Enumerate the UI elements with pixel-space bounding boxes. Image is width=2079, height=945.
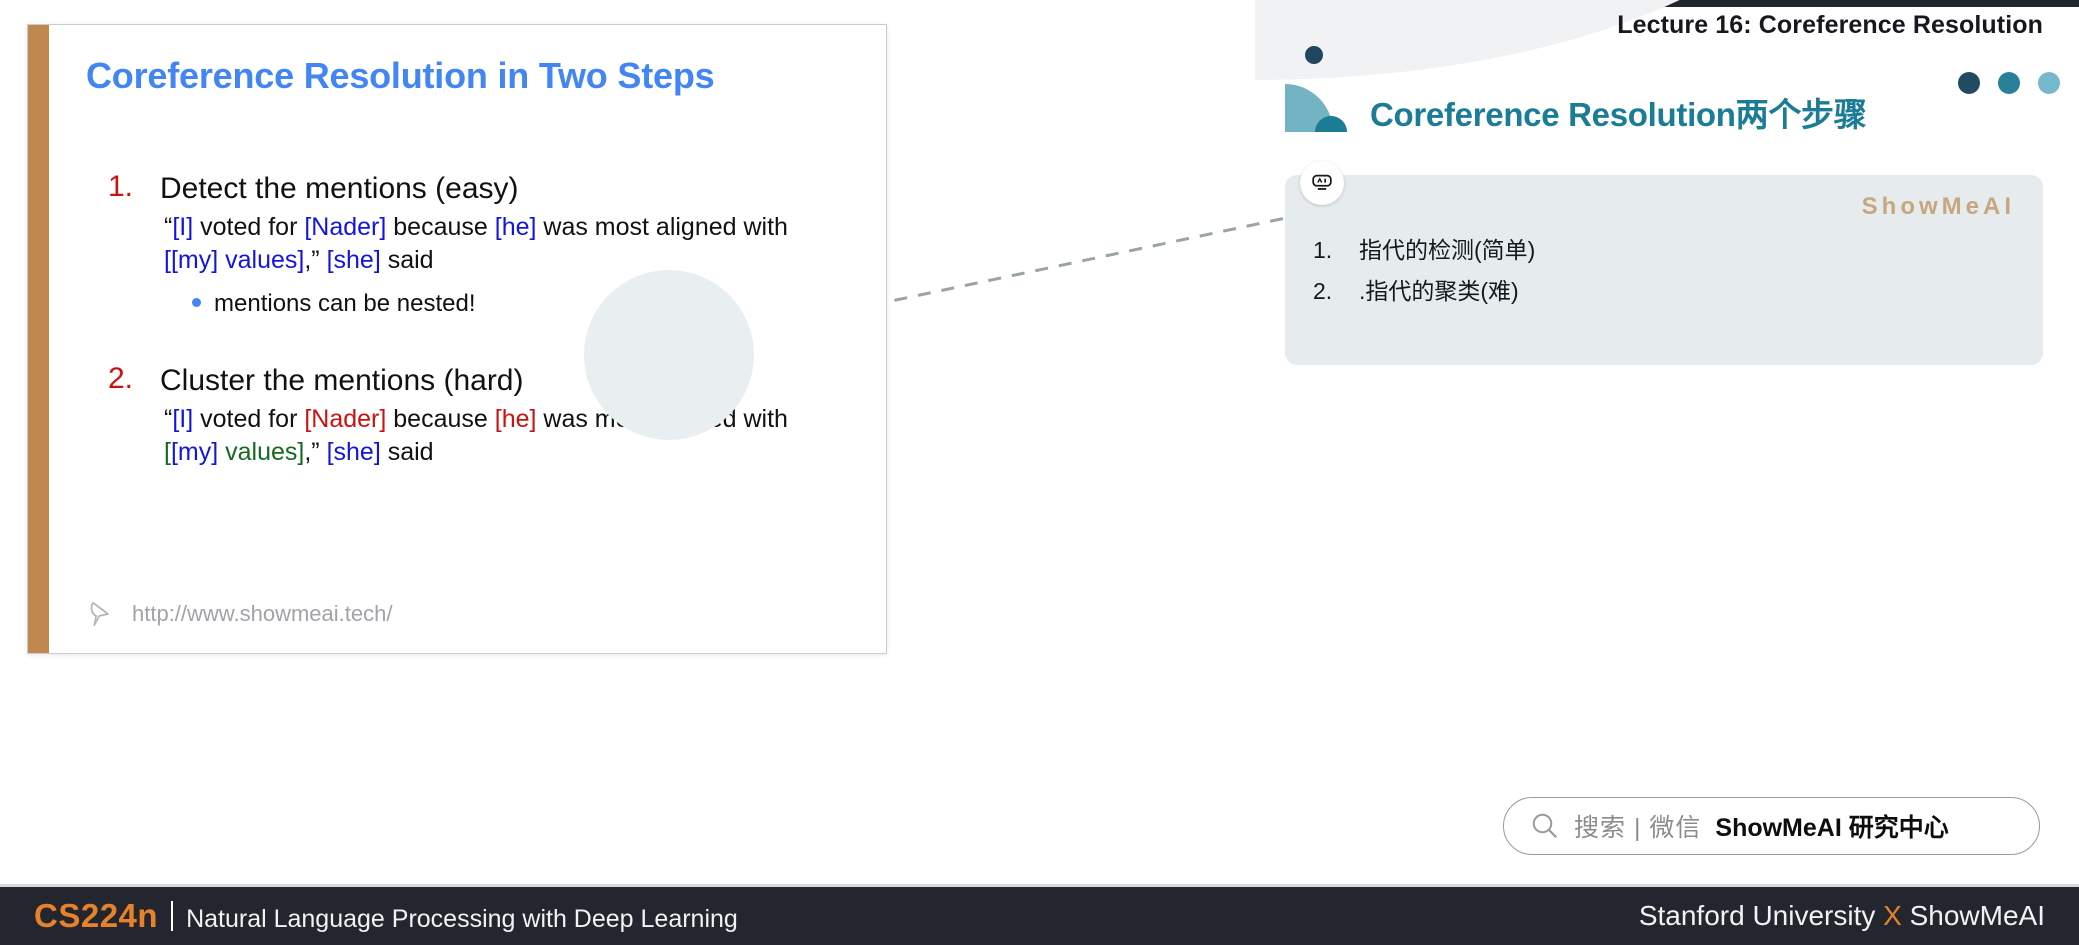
quote-token: because: [386, 404, 495, 433]
course-code: CS224n: [34, 897, 159, 934]
search-pill-brand: ShowMeAI 研究中心: [1715, 814, 1949, 842]
quote-token: [I]: [172, 213, 194, 242]
quote-token: [she]: [326, 246, 381, 275]
slide-footer: http://www.showmeai.tech/: [88, 599, 392, 629]
annotation-row: 2. .指代的聚类(难): [1313, 278, 1535, 306]
annotation-title: Coreference Resolution两个步骤: [1370, 96, 1867, 133]
showmeai-logo-mark: [1285, 84, 1347, 132]
sub-bullet-item: mentions can be nested!: [192, 290, 850, 318]
quote-line: “[I] voted for [Nader] because [he] was …: [164, 211, 844, 244]
wechat-search-pill[interactable]: 搜索 | 微信 ShowMeAI 研究中心: [1503, 797, 2040, 855]
list-item: 1. Detect the mentions (easy) “[I] voted…: [60, 170, 850, 318]
course-name: Natural Language Processing with Deep Le…: [186, 905, 738, 933]
quote-token: [he]: [494, 404, 537, 433]
annotation-list: 1. 指代的检测(简单) 2. .指代的聚类(难): [1313, 237, 1535, 318]
search-pill-hint: 搜索 | 微信: [1574, 814, 1702, 842]
bullet-dot-icon: [192, 297, 201, 307]
dot-icon-2: [1998, 72, 2020, 94]
slide-title: Coreference Resolution in Two Steps: [86, 55, 715, 96]
quote-token: ,”: [304, 246, 327, 275]
affiliation-post: ShowMeAI: [1901, 900, 2045, 931]
logo-dot-icon: [1305, 46, 1323, 64]
bottom-bar-left: CS224n Natural Language Processing with …: [34, 897, 738, 935]
annotation-row-text: 指代的检测(简单): [1359, 237, 1536, 263]
quote-line: [[my] values],” [she] said: [164, 436, 844, 469]
quote-token: values]: [218, 246, 305, 275]
quote-token: [: [164, 438, 171, 467]
quote-block: “[I] voted for [Nader] because [he] was …: [164, 403, 844, 470]
quote-token: [Nader]: [304, 213, 387, 242]
quote-token: [I]: [172, 404, 194, 433]
slide-canvas: Lecture 16: Coreference Resolution Coref…: [0, 0, 2079, 945]
bottom-bar: CS224n Natural Language Processing with …: [0, 887, 2079, 945]
list-marker: 1.: [108, 170, 134, 203]
sub-bullet-label: mentions can be nested!: [214, 289, 476, 317]
slide-accent-bar: [28, 25, 49, 653]
bottom-bar-divider: [171, 901, 174, 931]
annotation-row: 1. 指代的检测(简单): [1313, 237, 1535, 265]
quote-token: voted for: [193, 213, 305, 242]
affiliation-x: X: [1883, 900, 1902, 931]
ai-face-glyph: [1312, 174, 1332, 190]
annotation-panel: ShowMeAI 1. 指代的检测(简单) 2. .指代的聚类(难): [1285, 161, 2043, 365]
dot-icon-1: [1958, 72, 1980, 94]
quote-token: ,”: [304, 438, 327, 467]
annotation-row-text: .指代的聚类(难): [1359, 277, 1519, 304]
quote-token: [Nader]: [304, 404, 387, 433]
quote-token: because: [386, 213, 495, 242]
quote-token: was most aligned with: [536, 213, 788, 242]
quote-token: [my]: [170, 438, 219, 467]
annotation-row-index: 2.: [1313, 277, 1333, 304]
search-icon: [1532, 813, 1558, 839]
bottom-bar-right: Stanford University X ShowMeAI: [1639, 900, 2045, 932]
quote-token: values]: [218, 438, 305, 467]
list-marker: 2.: [108, 361, 134, 395]
lecture-slide: Coreference Resolution in Two Steps 1. D…: [27, 24, 887, 654]
quote-block: “[I] voted for [Nader] because [he] was …: [164, 211, 844, 278]
quote-token: [he]: [494, 213, 537, 242]
footer-url[interactable]: http://www.showmeai.tech/: [132, 601, 392, 627]
annotation-row-index: 1.: [1313, 237, 1333, 263]
decorative-circle: [584, 270, 754, 440]
quote-token: [she]: [326, 438, 381, 467]
affiliation-pre: Stanford University: [1638, 900, 1884, 931]
watermark-text: ShowMeAI: [1861, 193, 2015, 220]
quote-token: voted for: [193, 404, 305, 433]
quote-line: [[my] values],” [she] said: [164, 244, 844, 277]
quote-token: said: [380, 246, 434, 275]
decorative-dots: [1958, 72, 2060, 94]
quote-line: “[I] voted for [Nader] because [he] was …: [164, 403, 844, 436]
list-heading: Detect the mentions (easy): [160, 172, 519, 205]
quote-token: [: [164, 246, 171, 275]
cursor-pointer-icon: [90, 601, 109, 627]
dot-icon-3: [2038, 72, 2060, 94]
lecture-header-title: Lecture 16: Coreference Resolution: [1617, 11, 2043, 39]
ai-robot-icon: [1300, 161, 1344, 205]
quote-token: said: [380, 438, 434, 467]
quote-token: [my]: [170, 246, 219, 275]
